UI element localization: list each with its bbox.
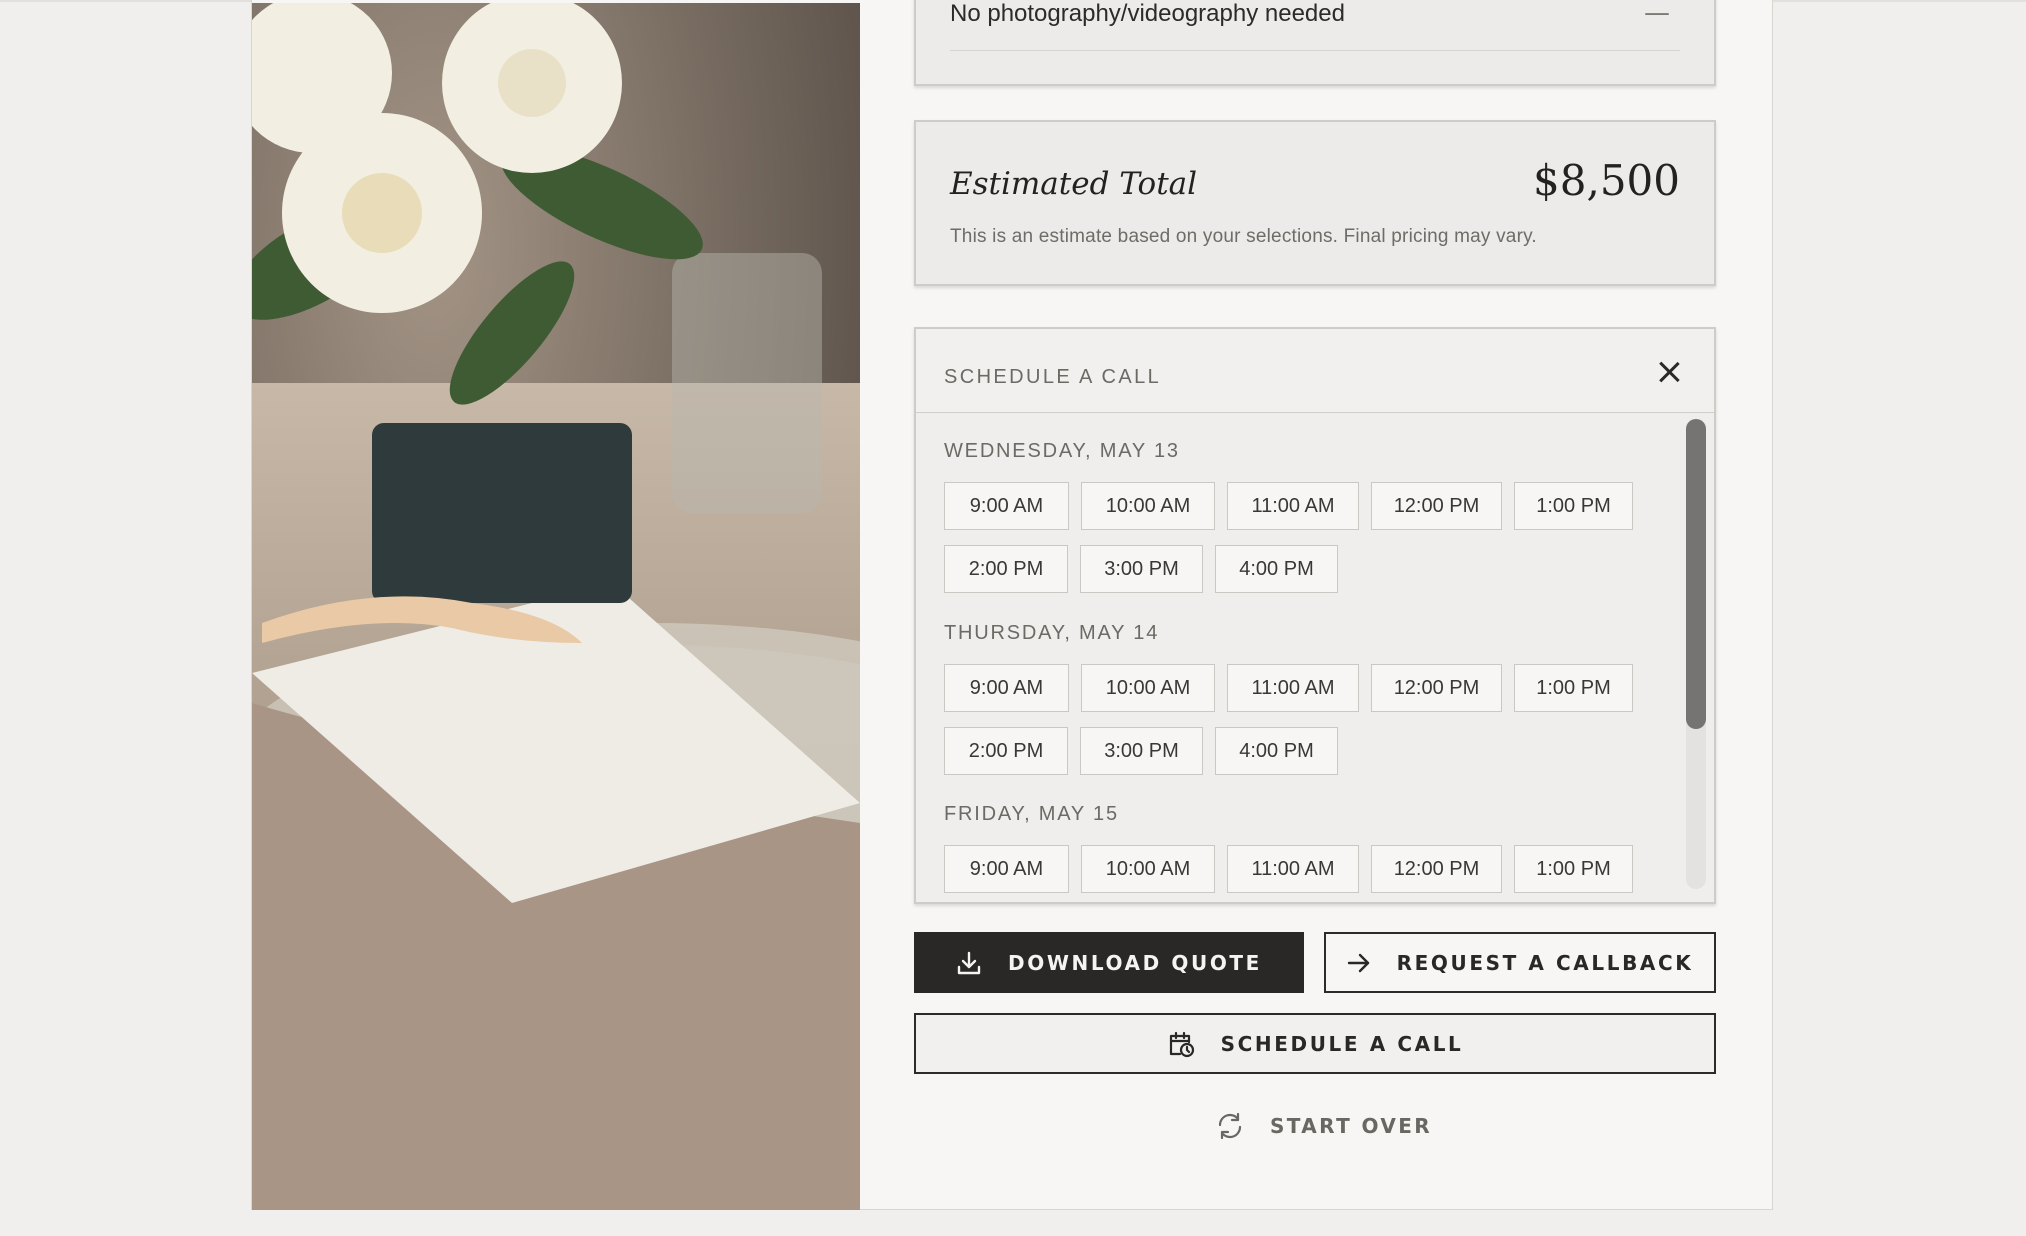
schedule-call-button[interactable]: SCHEDULE A CALL xyxy=(914,1013,1716,1074)
time-slot[interactable]: 10:00 AM xyxy=(1081,845,1215,893)
collapse-icon[interactable]: — xyxy=(1644,0,1670,28)
day-group: WEDNESDAY, MAY 13 9:00 AM 10:00 AM 11:00… xyxy=(944,440,1674,593)
start-over-label: START OVER xyxy=(1270,1114,1433,1138)
time-slot[interactable]: 12:00 PM xyxy=(1371,845,1502,893)
estimate-disclaimer: This is an estimate based on your select… xyxy=(950,226,1537,247)
photography-option-card: No photography/videography needed — xyxy=(914,0,1716,86)
scrollbar-thumb[interactable] xyxy=(1686,419,1706,729)
arrow-right-icon xyxy=(1347,953,1369,972)
time-slot[interactable]: 3:00 PM xyxy=(1080,727,1203,775)
time-slot[interactable]: 11:00 AM xyxy=(1227,664,1359,712)
time-slot[interactable]: 10:00 AM xyxy=(1081,482,1215,530)
time-slot[interactable]: 11:00 AM xyxy=(1227,845,1359,893)
day-label: FRIDAY, MAY 15 xyxy=(944,803,1119,825)
time-slot[interactable]: 2:00 PM xyxy=(944,545,1068,593)
estimated-total-card: Estimated Total $8,500 This is an estima… xyxy=(914,120,1716,286)
estimated-total-label: Estimated Total xyxy=(950,166,1198,202)
time-slot[interactable]: 10:00 AM xyxy=(1081,664,1215,712)
day-label: WEDNESDAY, MAY 13 xyxy=(944,440,1180,462)
download-icon xyxy=(957,951,981,974)
download-quote-label: DOWNLOAD QUOTE xyxy=(1008,950,1262,975)
time-slot[interactable]: 9:00 AM xyxy=(944,664,1069,712)
time-slot[interactable]: 1:00 PM xyxy=(1514,482,1633,530)
day-label: THURSDAY, MAY 14 xyxy=(944,622,1160,644)
time-slot[interactable]: 2:00 PM xyxy=(944,727,1068,775)
time-slot[interactable]: 9:00 AM xyxy=(944,845,1069,893)
time-slot[interactable]: 1:00 PM xyxy=(1514,664,1633,712)
schedule-panel-header: SCHEDULE A CALL xyxy=(916,329,1714,413)
time-slot[interactable]: 3:00 PM xyxy=(1080,545,1203,593)
estimated-total-value: $8,500 xyxy=(1533,156,1680,205)
request-callback-button[interactable]: REQUEST A CALLBACK xyxy=(1324,932,1716,993)
time-slot[interactable]: 11:00 AM xyxy=(1227,482,1359,530)
day-group: FRIDAY, MAY 15 9:00 AM 10:00 AM 11:00 AM… xyxy=(944,803,1674,893)
time-slot[interactable]: 4:00 PM xyxy=(1215,727,1338,775)
scrollbar-track[interactable] xyxy=(1686,419,1706,889)
time-slot[interactable]: 9:00 AM xyxy=(944,482,1069,530)
photography-option-label: No photography/videography needed xyxy=(950,0,1345,27)
time-slot-list[interactable]: WEDNESDAY, MAY 13 9:00 AM 10:00 AM 11:00… xyxy=(916,414,1714,902)
request-callback-label: REQUEST A CALLBACK xyxy=(1396,950,1694,975)
schedule-panel-title: SCHEDULE A CALL xyxy=(944,366,1162,388)
table-setting-photo xyxy=(252,3,860,1210)
refresh-icon xyxy=(1218,1112,1242,1140)
close-icon[interactable] xyxy=(1656,359,1682,385)
time-slot[interactable]: 1:00 PM xyxy=(1514,845,1633,893)
schedule-call-panel: SCHEDULE A CALL WEDNESDAY, MAY 13 9:00 A… xyxy=(914,327,1716,904)
time-slot[interactable]: 4:00 PM xyxy=(1215,545,1338,593)
time-slot[interactable]: 12:00 PM xyxy=(1371,664,1502,712)
schedule-call-label: SCHEDULE A CALL xyxy=(1220,1031,1464,1056)
download-quote-button[interactable]: DOWNLOAD QUOTE xyxy=(914,932,1304,993)
day-group: THURSDAY, MAY 14 9:00 AM 10:00 AM 11:00 … xyxy=(944,622,1674,775)
calendar-clock-icon xyxy=(1169,1031,1194,1057)
time-slot[interactable]: 12:00 PM xyxy=(1371,482,1502,530)
photography-option-row[interactable]: No photography/videography needed — xyxy=(950,0,1680,51)
start-over-button[interactable]: START OVER xyxy=(1216,1108,1432,1144)
